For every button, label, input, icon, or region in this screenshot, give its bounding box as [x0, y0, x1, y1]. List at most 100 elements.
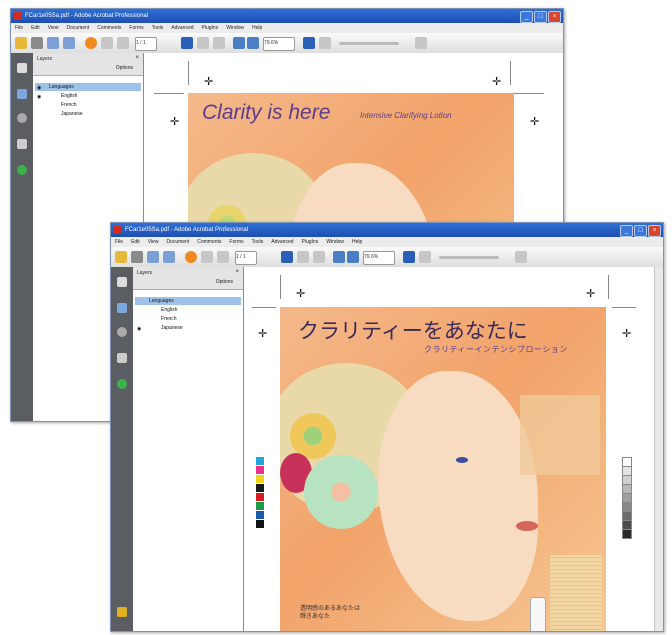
layers-icon[interactable]: [17, 113, 27, 123]
layer-row-japanese[interactable]: ◉ Japanese: [135, 324, 241, 332]
zoom-in-icon[interactable]: [347, 251, 359, 263]
maximize-button[interactable]: □: [534, 11, 547, 23]
menu-document[interactable]: Document: [66, 23, 89, 33]
page-number-field[interactable]: 1 / 1: [235, 251, 257, 265]
open-folder-icon[interactable]: [15, 37, 27, 49]
menu-file[interactable]: File: [115, 237, 123, 247]
help-search-icon[interactable]: [515, 251, 527, 263]
menu-tools[interactable]: Tools: [252, 237, 264, 247]
open-folder-icon[interactable]: [115, 251, 127, 263]
zoom-slider[interactable]: [439, 256, 499, 259]
help-search-icon[interactable]: [415, 37, 427, 49]
attachments-icon[interactable]: [117, 353, 127, 363]
zoom-tool-icon[interactable]: [313, 251, 325, 263]
bookmarks-icon[interactable]: [117, 303, 127, 313]
menu-forms[interactable]: Forms: [229, 237, 243, 247]
close-panel-icon[interactable]: ×: [235, 269, 239, 275]
signatures-icon[interactable]: [17, 165, 27, 175]
close-button[interactable]: ×: [548, 11, 561, 23]
first-page-icon[interactable]: [101, 37, 113, 49]
color-swatch: [256, 493, 264, 501]
menu-help[interactable]: Help: [252, 23, 262, 33]
menu-edit[interactable]: Edit: [131, 237, 140, 247]
print-icon[interactable]: [131, 251, 143, 263]
layer-row-french[interactable]: French: [135, 315, 241, 323]
grayscale-bar: [622, 457, 632, 539]
fit-page-icon[interactable]: [403, 251, 415, 263]
email-icon[interactable]: [47, 37, 59, 49]
lotion-bottle: [530, 597, 546, 631]
print-icon[interactable]: [31, 37, 43, 49]
tools-icon[interactable]: [117, 607, 127, 617]
review-icon[interactable]: [85, 37, 97, 49]
close-panel-icon[interactable]: ×: [135, 55, 139, 61]
menu-help[interactable]: Help: [352, 237, 362, 247]
zoom-in-icon[interactable]: [247, 37, 259, 49]
toolbar: 1 / 1 79.6%: [111, 247, 663, 268]
fit-width-icon[interactable]: [419, 251, 431, 263]
menu-plugins[interactable]: PlugIns: [202, 23, 219, 33]
minimize-button[interactable]: _: [520, 11, 533, 23]
layer-row-languages[interactable]: ◉ Languages: [35, 83, 141, 91]
fit-width-icon[interactable]: [319, 37, 331, 49]
menu-comments[interactable]: Comments: [197, 237, 221, 247]
zoom-level-field[interactable]: 79.6%: [363, 251, 395, 265]
maximize-button[interactable]: □: [634, 225, 647, 237]
options-menu[interactable]: Options: [116, 65, 133, 71]
layer-row-french[interactable]: French: [35, 101, 141, 109]
close-button[interactable]: ×: [648, 225, 661, 237]
menu-advanced[interactable]: Advanced: [271, 237, 293, 247]
create-pdf-icon[interactable]: [163, 251, 175, 263]
create-pdf-icon[interactable]: [63, 37, 75, 49]
menu-window[interactable]: Window: [326, 237, 344, 247]
menu-document[interactable]: Document: [166, 237, 189, 247]
registration-mark: ✛: [586, 288, 596, 300]
menu-plugins[interactable]: PlugIns: [302, 237, 319, 247]
layer-row-english[interactable]: English: [135, 306, 241, 314]
poster-footer-line-2: 輝きあなた: [300, 614, 331, 620]
menu-forms[interactable]: Forms: [129, 23, 143, 33]
pages-icon[interactable]: [117, 277, 127, 287]
zoom-tool-icon[interactable]: [213, 37, 225, 49]
eye-icon[interactable]: ◉: [37, 93, 41, 101]
layer-row-english[interactable]: ◉ English: [35, 92, 141, 100]
review-icon[interactable]: [185, 251, 197, 263]
bookmarks-icon[interactable]: [17, 89, 27, 99]
hand-tool-icon[interactable]: [297, 251, 309, 263]
previous-page-icon[interactable]: [117, 37, 129, 49]
email-icon[interactable]: [147, 251, 159, 263]
zoom-level-field[interactable]: 79.6%: [263, 37, 295, 51]
eye-icon[interactable]: ◉: [137, 325, 141, 333]
eye-icon[interactable]: ◉: [37, 84, 41, 92]
menu-view[interactable]: View: [48, 23, 59, 33]
vertical-scrollbar[interactable]: [654, 267, 663, 631]
window-title: FCar1e05Sa.pdf - Adobe Acrobat Professio…: [25, 13, 149, 19]
attachments-icon[interactable]: [17, 139, 27, 149]
menu-file[interactable]: File: [15, 23, 23, 33]
minimize-button[interactable]: _: [620, 225, 633, 237]
layers-icon[interactable]: [117, 327, 127, 337]
select-tool-icon[interactable]: [281, 251, 293, 263]
document-view[interactable]: ✛ ✛ ✛ ✛ クラリティーをあなたに クラリティーインテンシブローション 透明…: [244, 267, 663, 631]
zoom-out-icon[interactable]: [333, 251, 345, 263]
acrobat-app-icon: [114, 226, 122, 234]
hand-tool-icon[interactable]: [197, 37, 209, 49]
menu-view[interactable]: View: [148, 237, 159, 247]
layer-row-japanese[interactable]: Japanese: [35, 110, 141, 118]
layer-row-languages[interactable]: Languages: [135, 297, 241, 305]
previous-page-icon[interactable]: [217, 251, 229, 263]
pages-icon[interactable]: [17, 63, 27, 73]
select-tool-icon[interactable]: [181, 37, 193, 49]
zoom-out-icon[interactable]: [233, 37, 245, 49]
menu-comments[interactable]: Comments: [97, 23, 121, 33]
menu-tools[interactable]: Tools: [152, 23, 164, 33]
fit-page-icon[interactable]: [303, 37, 315, 49]
menu-window[interactable]: Window: [226, 23, 244, 33]
first-page-icon[interactable]: [201, 251, 213, 263]
menu-edit[interactable]: Edit: [31, 23, 40, 33]
signatures-icon[interactable]: [117, 379, 127, 389]
options-menu[interactable]: Options: [216, 279, 233, 285]
menu-advanced[interactable]: Advanced: [171, 23, 193, 33]
zoom-slider[interactable]: [339, 42, 399, 45]
page-number-field[interactable]: 1 / 1: [135, 37, 157, 51]
